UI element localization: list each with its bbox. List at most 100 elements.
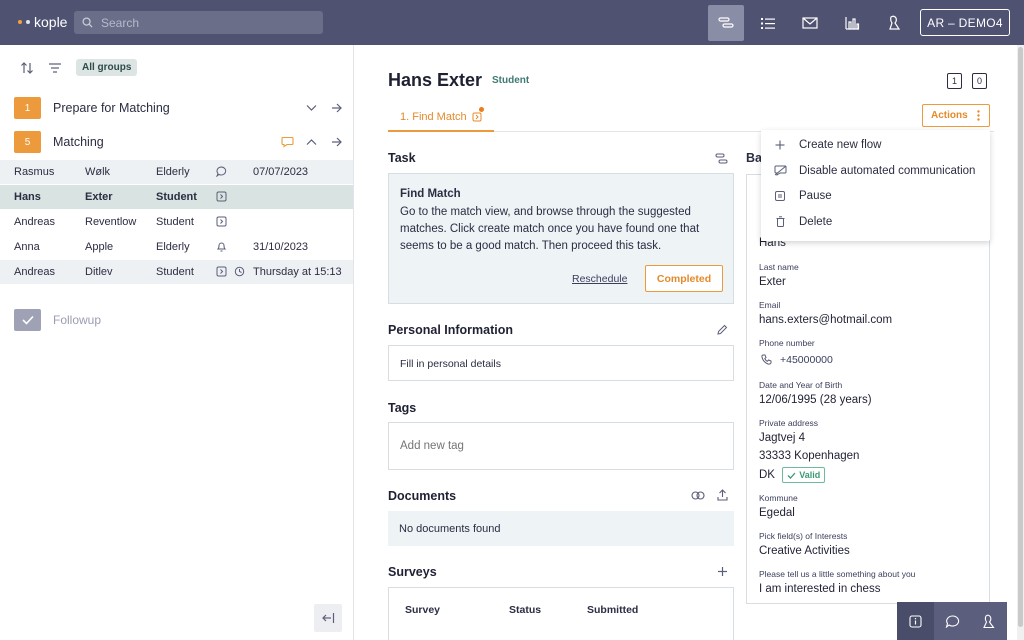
plus-icon	[775, 140, 785, 149]
sort-icon[interactable]	[20, 61, 34, 75]
menu-item-label: Pause	[799, 189, 832, 202]
section-title-surveys: Surveys	[388, 565, 437, 579]
counter-badge[interactable]: 1	[947, 73, 962, 89]
column-header: Submitted	[587, 604, 639, 616]
column-header: Status	[509, 604, 542, 616]
group-label: Matching	[53, 135, 104, 149]
search-icon	[82, 17, 93, 28]
actions-button[interactable]: Actions	[922, 104, 990, 127]
tasks-icon[interactable]	[715, 153, 728, 164]
documents-empty-text: No documents found	[399, 522, 501, 535]
pause-icon	[775, 190, 785, 201]
plus-icon[interactable]	[717, 566, 728, 577]
chart-icon[interactable]	[834, 5, 870, 41]
personal-info-box[interactable]: Fill in personal details	[388, 345, 734, 381]
row-date: 07/07/2023	[253, 166, 309, 178]
field-label: Phone number	[759, 338, 815, 348]
search-bar[interactable]	[74, 11, 323, 34]
brand-name: kople	[34, 14, 68, 30]
email-value[interactable]: hans.exters@hotmail.com	[759, 314, 892, 326]
search-input[interactable]	[101, 15, 301, 30]
collapse-left-icon	[322, 613, 335, 623]
field-value: Egedal	[759, 507, 795, 519]
field-label: Pick field(s) of Interests	[759, 531, 848, 541]
upload-icon[interactable]	[717, 489, 728, 501]
list-item[interactable]: Rasmus Wølk Elderly 07/07/2023	[0, 160, 353, 185]
menu-item-pause[interactable]: Pause	[761, 183, 990, 208]
collapse-panel-button[interactable]	[314, 604, 342, 632]
reschedule-link[interactable]: Reschedule	[572, 273, 627, 285]
field-value: 12/06/1995 (28 years)	[759, 394, 872, 406]
mail-icon[interactable]	[792, 5, 828, 41]
address-line: Jagtvej 4	[759, 432, 806, 444]
scrollbar-thumb[interactable]	[1018, 47, 1023, 627]
phone-value[interactable]: +45000000	[780, 354, 833, 366]
tasks-icon[interactable]	[708, 5, 744, 41]
task-icon	[216, 266, 227, 277]
row-date: Thursday at 15:13	[253, 266, 342, 278]
chat-icon[interactable]	[934, 602, 971, 640]
valid-label: Valid	[799, 470, 821, 480]
first-name: Rasmus	[14, 166, 55, 178]
menu-item-create-new-flow[interactable]: Create new flow	[761, 132, 990, 157]
field-label: Kommune	[759, 493, 798, 503]
trash-icon	[776, 216, 784, 227]
list-item[interactable]: Anna Apple Elderly 31/10/2023	[0, 235, 353, 260]
group-followup[interactable]: Followup	[14, 309, 101, 331]
menu-item-label: Create new flow	[799, 138, 882, 151]
arrow-right-icon[interactable]	[331, 137, 342, 147]
section-title-documents: Documents	[388, 489, 457, 503]
bell-icon	[216, 242, 227, 252]
page-scrollbar[interactable]	[1017, 45, 1024, 640]
quick-actions-bar	[897, 602, 1007, 640]
brand-logo[interactable]: kople	[18, 14, 67, 30]
group-label: Prepare for Matching	[53, 101, 170, 115]
edit-icon[interactable]	[717, 324, 728, 335]
tab-find-match[interactable]: 1. Find Match	[388, 103, 494, 132]
tab-label: 1. Find Match	[400, 110, 467, 123]
last-name: Ditlev	[85, 266, 113, 278]
list-item[interactable]: Andreas Reventlow Student	[0, 210, 353, 235]
filter-icon[interactable]	[48, 62, 62, 74]
chevron-down-icon[interactable]	[306, 105, 317, 112]
actions-menu: Create new flow Disable automated commun…	[761, 130, 990, 241]
field-value: I am interested in chess	[759, 583, 881, 595]
first-name: Andreas	[14, 216, 55, 228]
chevron-up-icon[interactable]	[306, 139, 317, 146]
last-name: Exter	[85, 191, 113, 203]
group-label: Followup	[53, 313, 102, 327]
list-icon[interactable]	[750, 5, 786, 41]
list-item[interactable]: Andreas Ditlev Student Thursday at 15:13	[0, 260, 353, 285]
info-icon[interactable]	[897, 602, 934, 640]
check-icon	[787, 472, 796, 479]
address-line: 33333 Kopenhagen	[759, 450, 860, 462]
person-type: Student	[156, 266, 194, 278]
last-name: Reventlow	[85, 216, 137, 228]
section-title-task: Task	[388, 151, 416, 165]
chat-icon[interactable]	[281, 136, 294, 148]
account-button[interactable]: AR – DEMO4	[920, 9, 1010, 36]
profile-icon[interactable]	[970, 602, 1007, 640]
task-card: Find Match Go to the match view, and bro…	[388, 173, 734, 304]
counter-badge[interactable]: 0	[972, 73, 987, 89]
task-title: Find Match	[400, 188, 461, 200]
list-item[interactable]: Hans Exter Student	[0, 185, 353, 210]
group-prepare-for-matching[interactable]: 1 Prepare for Matching	[14, 95, 344, 121]
group-filter-chip[interactable]: All groups	[76, 59, 138, 76]
completed-button[interactable]: Completed	[645, 265, 723, 292]
task-icon	[472, 112, 482, 121]
actions-label: Actions	[931, 110, 968, 121]
tag-input[interactable]	[388, 422, 734, 470]
group-count-badge: 5	[14, 131, 41, 153]
arrow-right-icon[interactable]	[331, 103, 342, 113]
match-list: Rasmus Wølk Elderly 07/07/2023 Hans Exte…	[0, 160, 353, 285]
group-matching[interactable]: 5 Matching	[14, 129, 344, 155]
link-icon[interactable]	[691, 491, 705, 500]
menu-item-delete[interactable]: Delete	[761, 209, 990, 234]
filter-bar: All groups	[20, 59, 138, 76]
valid-badge: Valid	[782, 467, 826, 483]
role-badge: Student	[492, 75, 530, 86]
chat-off-icon	[774, 165, 786, 176]
menu-item-disable-communication[interactable]: Disable automated communication	[761, 158, 990, 183]
profile-icon[interactable]	[876, 5, 912, 41]
